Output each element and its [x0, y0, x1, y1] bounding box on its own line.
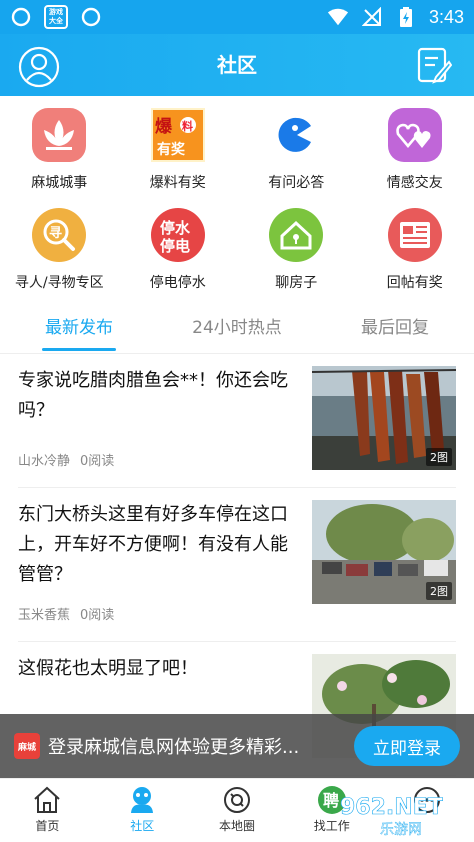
- app-bar: 社区: [0, 34, 474, 96]
- svg-text:爆: 爆: [155, 117, 173, 137]
- login-banner: 麻城 登录麻城信息网体验更多精彩... 立即登录: [0, 714, 474, 778]
- nav-label: 本地圈: [218, 819, 255, 833]
- status-bar: 游戏 大全 3:43: [0, 0, 474, 34]
- post-item[interactable]: 专家说吃腊肉腊鱼会**！你还会吃吗？ 山水冷静 0阅读 2图: [18, 354, 456, 488]
- search-person-icon: 寻: [30, 206, 88, 264]
- newspaper-icon: [386, 206, 444, 264]
- svg-text:寻: 寻: [49, 226, 62, 241]
- nav-label: 社区: [130, 819, 155, 833]
- category-reply-award[interactable]: 回帖有奖: [356, 200, 474, 294]
- image-count-badge: 2图: [426, 582, 452, 600]
- post-meta: 玉米香蕉 0阅读: [18, 604, 114, 623]
- nav-label: 首页: [35, 819, 60, 833]
- category-housing[interactable]: 聊房子: [237, 200, 356, 294]
- hearts-icon: [386, 106, 444, 164]
- category-label: 爆料有奖: [149, 175, 206, 191]
- post-title: 这假花也太明显了吧！: [18, 658, 198, 679]
- city-lotus-icon: [30, 106, 88, 164]
- no-signal-icon: [361, 6, 383, 28]
- svg-text:料: 料: [182, 119, 193, 133]
- category-label: 麻城城事: [31, 175, 88, 191]
- post-author: 山水冷静: [18, 454, 71, 469]
- post-thumbnail[interactable]: 2图: [312, 500, 456, 604]
- category-outage[interactable]: 停水 停电 停电停水: [119, 200, 238, 294]
- clock: 3:43: [428, 6, 464, 27]
- house-icon: [267, 206, 325, 264]
- category-dating[interactable]: 情感交友: [356, 100, 474, 194]
- tab-24h-hot[interactable]: 24小时热点: [158, 308, 316, 353]
- post-title: 东门大桥头这里有好多车停在这口上，开车好不方便啊！有没有人能管管？: [18, 504, 288, 585]
- wifi-icon: [327, 6, 349, 28]
- site-watermark: 962.NET 乐游网: [336, 792, 466, 839]
- svg-text:有奖: 有奖: [157, 141, 186, 158]
- nav-home[interactable]: 首页: [0, 779, 95, 842]
- app-logo-icon: 麻城: [14, 733, 40, 759]
- post-title: 专家说吃腊肉腊鱼会**！你还会吃吗？: [18, 370, 288, 421]
- category-lost-found[interactable]: 寻 寻人/寻物专区: [0, 200, 119, 294]
- feed-tabs: 最新发布 24小时热点 最后回复: [0, 308, 474, 354]
- tab-last-reply[interactable]: 最后回复: [316, 308, 474, 353]
- category-grid: 麻城城事 爆料有奖 爆料有奖 有问必答 情感交友 寻 寻人/寻物专区 停水 停电 …: [0, 100, 474, 294]
- post-thumbnail[interactable]: 2图: [312, 366, 456, 470]
- svg-text:停电: 停电: [160, 237, 190, 255]
- post-feed: 专家说吃腊肉腊鱼会**！你还会吃吗？ 山水冷静 0阅读 2图 东门大桥头这里有好…: [0, 354, 474, 776]
- post-meta: 山水冷静 0阅读: [18, 450, 114, 469]
- category-city-news[interactable]: 麻城城事: [0, 100, 119, 194]
- post-reads: 0阅读: [80, 454, 115, 469]
- local-circle-icon: [222, 785, 252, 815]
- battery-charging-icon: [395, 6, 417, 28]
- community-icon: [127, 785, 157, 815]
- post-author: 玉米香蕉: [18, 608, 71, 623]
- category-tipoff-award[interactable]: 爆料有奖 爆料有奖: [119, 100, 238, 194]
- category-qa[interactable]: 有问必答: [237, 100, 356, 194]
- category-label: 停电停水: [149, 275, 206, 291]
- page-title: 社区: [217, 53, 257, 77]
- sync-icon: [80, 6, 102, 28]
- svg-text:乐游网: 乐游网: [380, 822, 422, 838]
- game-box-icon: 游戏 大全: [44, 5, 68, 29]
- login-banner-text: 登录麻城信息网体验更多精彩...: [48, 737, 300, 758]
- tab-latest[interactable]: 最新发布: [0, 308, 158, 353]
- category-label: 有问必答: [268, 175, 325, 191]
- home-icon: [32, 785, 62, 815]
- svg-text:停水: 停水: [160, 219, 191, 237]
- category-label: 回帖有奖: [386, 275, 443, 291]
- login-button[interactable]: 立即登录: [354, 726, 460, 766]
- sync-icon: [10, 6, 32, 28]
- post-item[interactable]: 东门大桥头这里有好多车停在这口上，开车好不方便啊！有没有人能管管？ 玉米香蕉 0…: [18, 488, 456, 642]
- tipoff-award-icon: 爆料有奖: [149, 106, 207, 164]
- svg-text:962.NET: 962.NET: [340, 795, 443, 820]
- compose-post-icon[interactable]: [416, 46, 453, 86]
- category-label: 情感交友: [386, 175, 443, 191]
- category-label: 聊房子: [275, 275, 318, 291]
- post-reads: 0阅读: [80, 608, 115, 623]
- power-water-outage-icon: 停水 停电: [149, 206, 207, 264]
- nav-community[interactable]: 社区: [95, 779, 190, 842]
- nav-local-circle[interactable]: 本地圈: [190, 779, 285, 842]
- pacman-question-icon: [267, 106, 325, 164]
- category-label: 寻人/寻物专区: [14, 275, 104, 291]
- image-count-badge: 2图: [426, 448, 452, 466]
